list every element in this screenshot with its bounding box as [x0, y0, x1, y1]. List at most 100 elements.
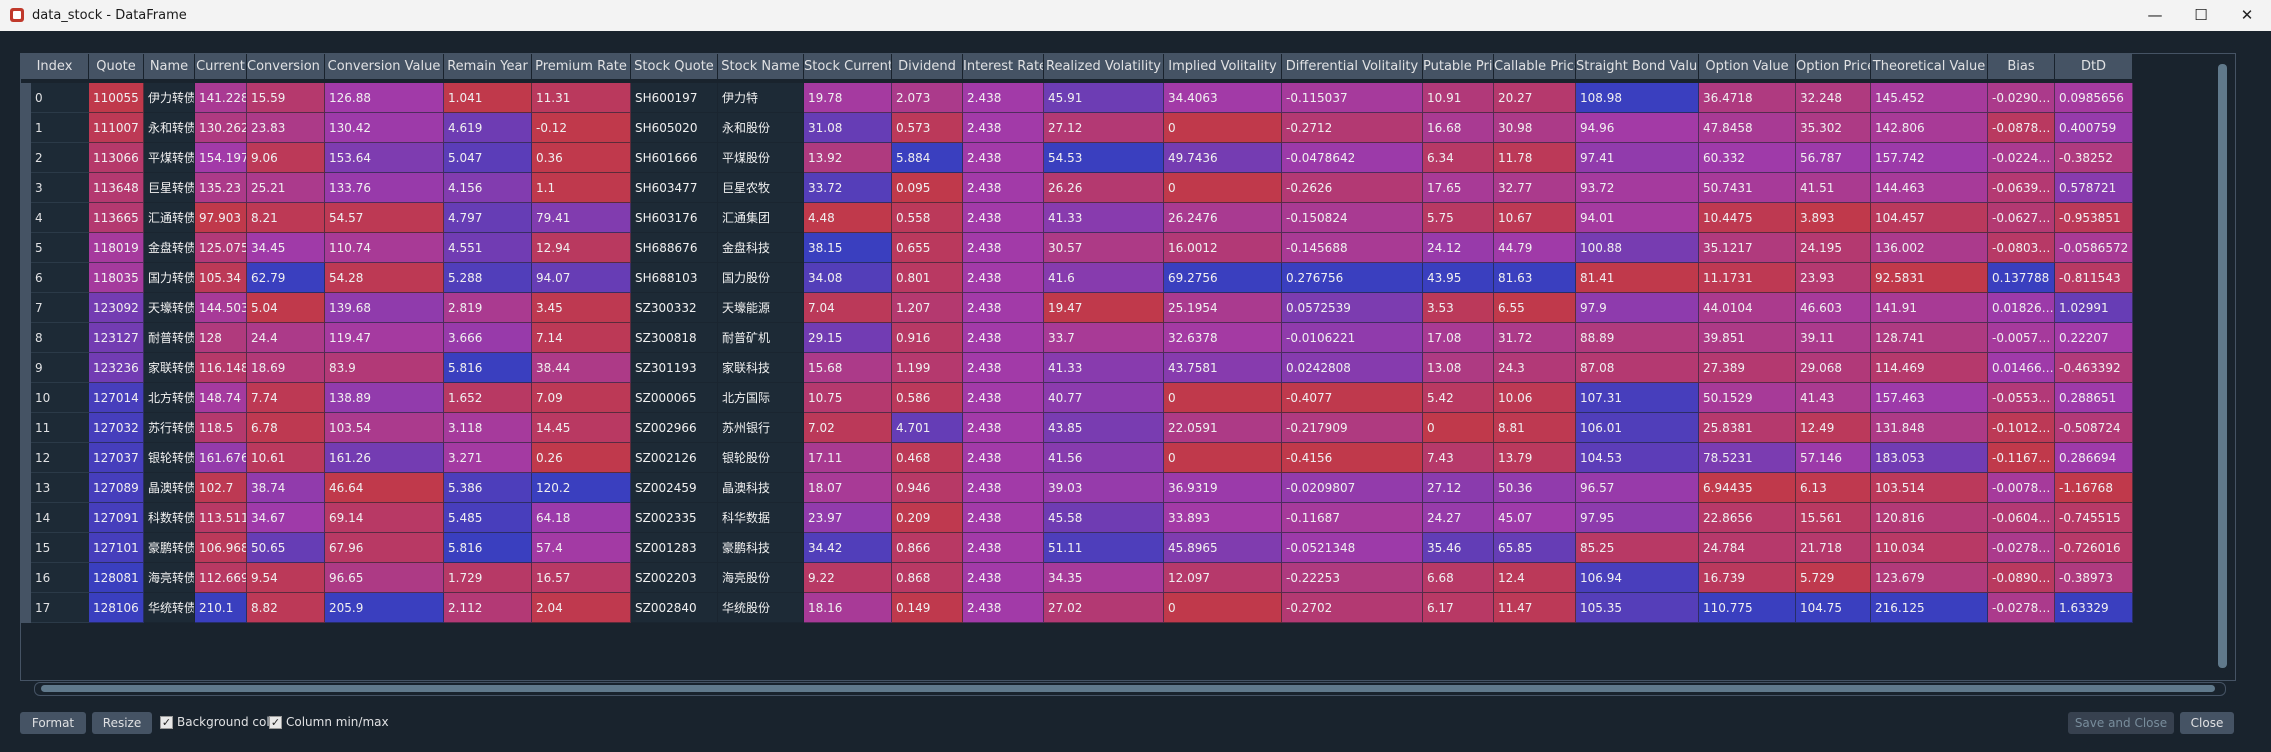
table-cell[interactable]: -0.2626	[1282, 173, 1423, 203]
table-cell[interactable]: 104.53	[1576, 443, 1699, 473]
column-header[interactable]: Quote	[89, 54, 144, 79]
table-cell[interactable]: SZ002203	[631, 563, 718, 593]
table-cell[interactable]: 0	[1164, 443, 1282, 473]
table-cell[interactable]: 永和转债	[144, 113, 195, 143]
table-cell[interactable]: 19.78	[804, 83, 892, 113]
table-cell[interactable]: 29.15	[804, 323, 892, 353]
table-cell[interactable]: 永和股份	[718, 113, 804, 143]
column-header[interactable]: Current	[195, 54, 247, 79]
column-header[interactable]: Realized Volatility	[1044, 54, 1164, 79]
table-cell[interactable]: SZ002126	[631, 443, 718, 473]
table-cell[interactable]: 0.01826…	[1988, 293, 2055, 323]
table-cell[interactable]: -0.0627…	[1988, 203, 2055, 233]
table-cell[interactable]: 5.047	[444, 143, 532, 173]
table-cell[interactable]: 2.438	[963, 473, 1044, 503]
table-cell[interactable]: 2.438	[963, 293, 1044, 323]
table-cell[interactable]: 平煤转债	[144, 143, 195, 173]
table-cell[interactable]: 110.775	[1699, 593, 1796, 623]
table-cell[interactable]: 100.88	[1576, 233, 1699, 263]
table-cell[interactable]: 128.741	[1871, 323, 1988, 353]
table-cell[interactable]: 128	[195, 323, 247, 353]
table-cell[interactable]: 21.718	[1796, 533, 1871, 563]
table-cell[interactable]: 5.75	[1423, 203, 1494, 233]
table-cell[interactable]: 苏州银行	[718, 413, 804, 443]
table-cell[interactable]: 23.93	[1796, 263, 1871, 293]
table-cell[interactable]: SZ000065	[631, 383, 718, 413]
table-cell[interactable]: 133.76	[325, 173, 444, 203]
table-cell[interactable]: 15.59	[247, 83, 325, 113]
table-cell[interactable]: -0.0224…	[1988, 143, 2055, 173]
table-cell[interactable]: 123127	[89, 323, 144, 353]
table-cell[interactable]: 120.2	[532, 473, 631, 503]
table-cell[interactable]: 6.17	[1423, 593, 1494, 623]
row-index[interactable]: 15	[21, 533, 89, 563]
table-cell[interactable]: -0.4077	[1282, 383, 1423, 413]
table-cell[interactable]: 118019	[89, 233, 144, 263]
table-cell[interactable]: 210.1	[195, 593, 247, 623]
table-cell[interactable]: 16.739	[1699, 563, 1796, 593]
table-cell[interactable]: 31.08	[804, 113, 892, 143]
row-index[interactable]: 14	[21, 503, 89, 533]
table-cell[interactable]: 39.851	[1699, 323, 1796, 353]
table-cell[interactable]: 144.503	[195, 293, 247, 323]
background-color-checkbox[interactable]: ✓	[160, 716, 173, 729]
table-cell[interactable]: 18.16	[804, 593, 892, 623]
table-cell[interactable]: 125.075	[195, 233, 247, 263]
table-cell[interactable]: 128081	[89, 563, 144, 593]
table-cell[interactable]: 0.22207	[2055, 323, 2133, 353]
table-cell[interactable]: 128106	[89, 593, 144, 623]
table-cell[interactable]: 161.676	[195, 443, 247, 473]
table-cell[interactable]: 135.23	[195, 173, 247, 203]
table-cell[interactable]: 14.45	[532, 413, 631, 443]
table-cell[interactable]: 2.819	[444, 293, 532, 323]
table-cell[interactable]: 0.137788	[1988, 263, 2055, 293]
table-cell[interactable]: 127037	[89, 443, 144, 473]
table-cell[interactable]: 0.01466…	[1988, 353, 2055, 383]
table-cell[interactable]: 127101	[89, 533, 144, 563]
table-cell[interactable]: 94.07	[532, 263, 631, 293]
table-cell[interactable]: 9.54	[247, 563, 325, 593]
table-cell[interactable]: 111007	[89, 113, 144, 143]
column-header[interactable]: Option Value	[1699, 54, 1796, 79]
table-cell[interactable]: 0.0985656	[2055, 83, 2133, 113]
table-cell[interactable]: 北方转债	[144, 383, 195, 413]
table-cell[interactable]: 10.91	[1423, 83, 1494, 113]
table-cell[interactable]: -0.2712	[1282, 113, 1423, 143]
table-cell[interactable]: 25.1954	[1164, 293, 1282, 323]
table-cell[interactable]: 2.438	[963, 323, 1044, 353]
table-cell[interactable]: 25.21	[247, 173, 325, 203]
table-cell[interactable]: -0.22253	[1282, 563, 1423, 593]
table-cell[interactable]: 11.78	[1494, 143, 1576, 173]
table-cell[interactable]: 16.0012	[1164, 233, 1282, 263]
table-cell[interactable]: -0.811543	[2055, 263, 2133, 293]
table-cell[interactable]: 5.386	[444, 473, 532, 503]
table-cell[interactable]: 127014	[89, 383, 144, 413]
table-cell[interactable]: 33.72	[804, 173, 892, 203]
row-index[interactable]: 13	[21, 473, 89, 503]
table-cell[interactable]: 40.77	[1044, 383, 1164, 413]
table-cell[interactable]: 11.1731	[1699, 263, 1796, 293]
table-cell[interactable]: 97.95	[1576, 503, 1699, 533]
table-cell[interactable]: 92.5831	[1871, 263, 1988, 293]
table-cell[interactable]: 家联科技	[718, 353, 804, 383]
table-cell[interactable]: 62.79	[247, 263, 325, 293]
table-cell[interactable]: 105.34	[195, 263, 247, 293]
table-cell[interactable]: 47.8458	[1699, 113, 1796, 143]
table-cell[interactable]: 0.655	[892, 233, 963, 263]
table-cell[interactable]: 2.438	[963, 353, 1044, 383]
table-cell[interactable]: 41.56	[1044, 443, 1164, 473]
table-cell[interactable]: -0.0639…	[1988, 173, 2055, 203]
table-cell[interactable]: 13.92	[804, 143, 892, 173]
table-cell[interactable]: 81.63	[1494, 263, 1576, 293]
table-cell[interactable]: 26.26	[1044, 173, 1164, 203]
table-cell[interactable]: SH688676	[631, 233, 718, 263]
column-header[interactable]: Conversion Price	[247, 54, 325, 79]
table-cell[interactable]: 0.288651	[2055, 383, 2133, 413]
table-cell[interactable]: 1.1	[532, 173, 631, 203]
table-cell[interactable]: 69.14	[325, 503, 444, 533]
table-cell[interactable]: 113.511	[195, 503, 247, 533]
table-cell[interactable]: 7.74	[247, 383, 325, 413]
table-cell[interactable]: 34.08	[804, 263, 892, 293]
table-cell[interactable]: 4.551	[444, 233, 532, 263]
table-cell[interactable]: 45.8965	[1164, 533, 1282, 563]
